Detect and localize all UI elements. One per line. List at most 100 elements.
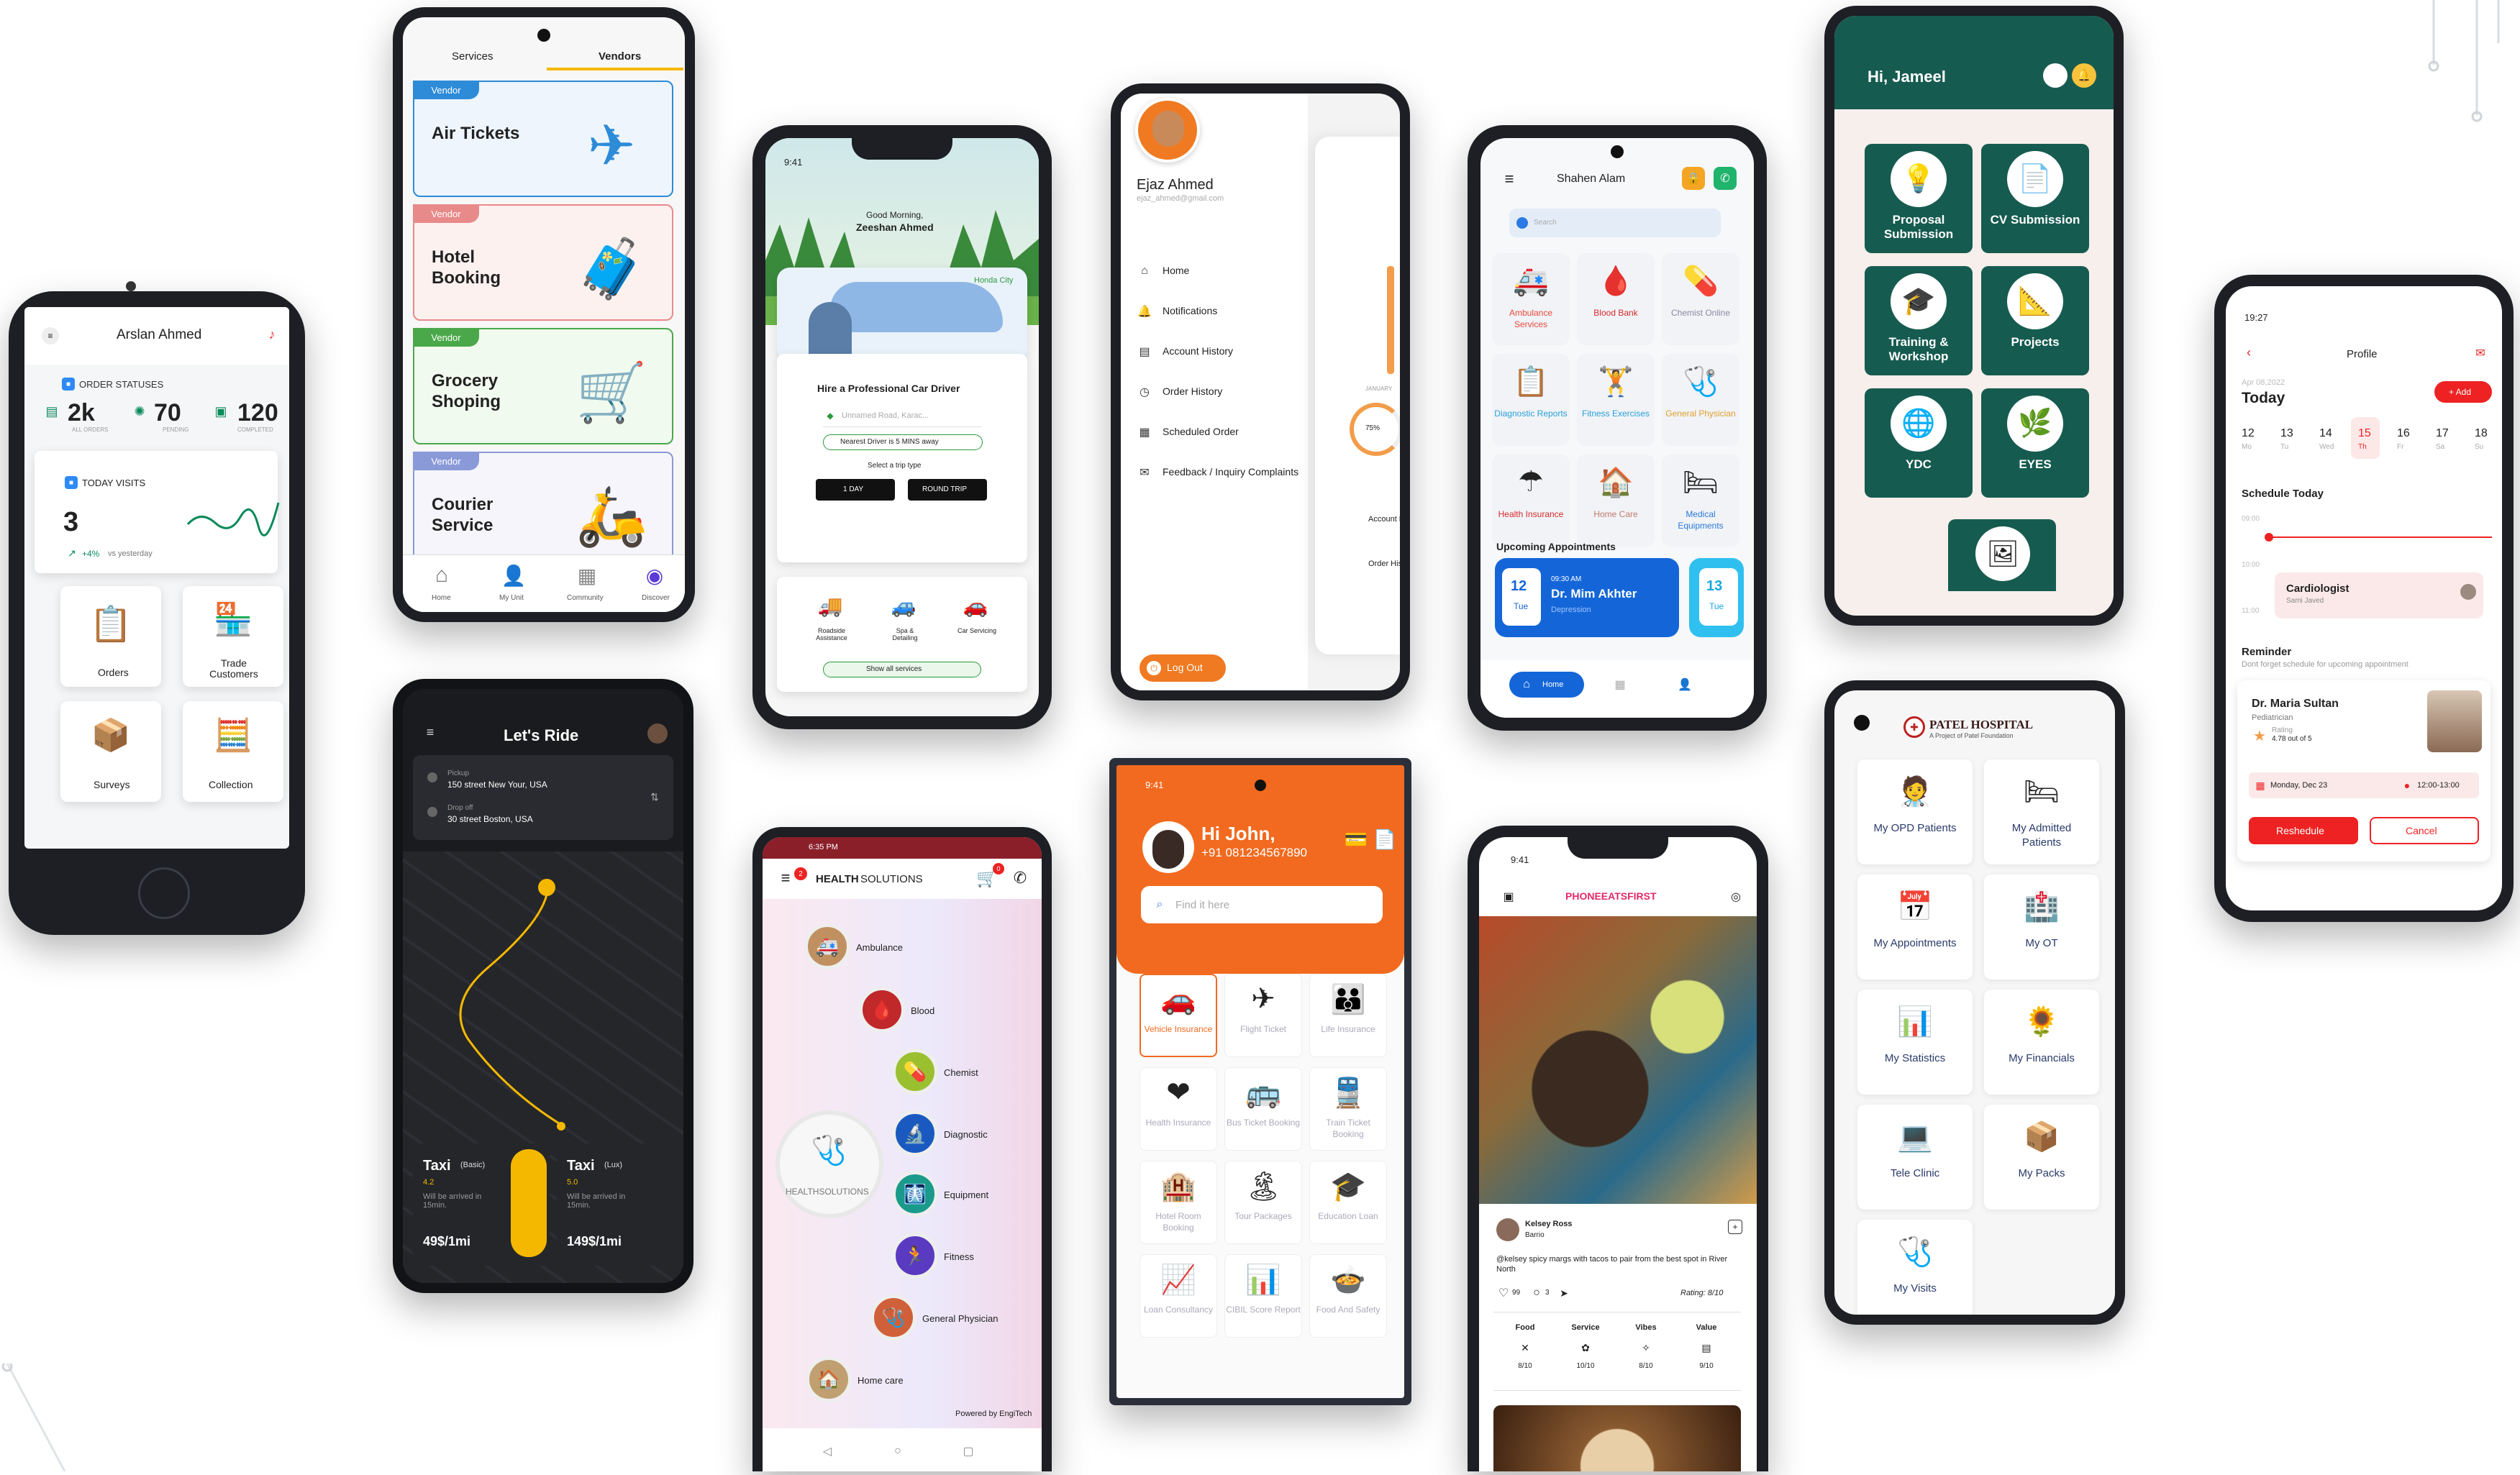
avatar[interactable] [1496,1218,1519,1241]
roadside-icon[interactable]: 🚚 [814,591,846,620]
appointment-dow: Tue [1514,601,1528,611]
menu-icon[interactable]: ≡ [1499,170,1519,188]
share-icon[interactable]: ➤ [1557,1286,1571,1300]
service-item-label[interactable]: Ambulance [856,942,903,953]
menu-item-icon: ⌂ [1137,263,1152,279]
menu-icon[interactable]: ≡ [42,327,59,344]
heart-icon[interactable]: ♡ [1496,1286,1511,1300]
tab-services[interactable]: Services [452,50,493,63]
settings-icon[interactable]: ◎ [1728,889,1744,905]
menu-item-icon: ▤ [1137,344,1152,360]
service-circle-icon[interactable]: 💊 [892,1049,938,1095]
drop-value[interactable]: 30 street Boston, USA [447,814,533,824]
greeting: Good Morning, [866,210,923,220]
service-item-label[interactable]: Chemist [944,1067,978,1078]
comment-icon[interactable]: ○ [1529,1286,1544,1300]
bell-icon[interactable]: 🔔 [2072,63,2096,88]
reminder-title: Reminder [2242,646,2291,658]
phone-hospital-app: ✚ PATEL HOSPITAL A Project of Patel Foun… [1824,680,2125,1325]
home-button[interactable] [138,867,190,919]
service-item-label[interactable]: General Physician [922,1313,999,1324]
discover-icon[interactable]: ◉ [640,563,669,588]
menu-icon[interactable]: ≡ [775,869,796,887]
add-icon[interactable]: + [1728,1220,1742,1234]
service-circle-icon[interactable]: 🩻 [892,1171,938,1217]
nav-my-unit[interactable]: My Unit [499,594,524,602]
status-time: 19:27 [2244,312,2268,323]
phone-icon[interactable]: ✆ [1010,867,1030,889]
spa-icon[interactable]: 🚙 [888,591,919,620]
inbox-icon[interactable]: ▣ [1501,889,1516,905]
user-icon[interactable]: 👤 [499,563,528,588]
service-item-label[interactable]: Fitness [944,1251,974,1262]
service-circle-icon[interactable]: 🚑 [804,923,850,969]
menu-icon[interactable]: ≡ [422,725,439,739]
hospital-tile-label: My Appointments [1872,936,1958,951]
recent-nav-icon[interactable]: ▢ [961,1444,975,1458]
back-nav-icon[interactable]: ◁ [820,1444,834,1458]
service-circle-icon[interactable]: 🩸 [859,987,905,1033]
day-number[interactable]: 14 [2319,427,2332,440]
phone-food-feed: 9:41 ▣ PHONEEATSFIRST ◎ Kelsey Ross Barr… [1468,826,1768,1471]
service-circle-icon[interactable]: 🔬 [892,1110,938,1156]
menu-item[interactable]: Notifications [1163,305,1299,317]
food-photo[interactable] [1479,916,1757,1204]
tab-vendors[interactable]: Vendors [599,50,641,63]
service-tile-label: Medical Equipments [1662,509,1739,531]
visits-sparkline [186,496,280,539]
call-icon[interactable]: ✆ [1714,167,1737,190]
day-number[interactable]: 17 [2436,427,2449,440]
profile-icon[interactable]: 👤 [1678,677,1692,692]
home-icon[interactable]: ⌂ [427,563,456,588]
service-item-label[interactable]: Home care [858,1375,904,1386]
trade-tile-icon: 🏪 [211,598,255,641]
menu-item[interactable]: Account History [1163,345,1299,357]
day-number[interactable]: 18 [2475,427,2488,440]
bell-icon[interactable]: ♪ [262,324,282,344]
avatar[interactable] [2043,63,2068,88]
mail-icon[interactable]: ✉ [2473,347,2488,360]
coffee-photo[interactable] [1493,1405,1741,1471]
service-circle-icon[interactable]: 🏃 [892,1233,938,1279]
service-tile-icon: 🏨 [1157,1166,1200,1205]
service-tile-icon: 🩸 [1594,260,1637,301]
service-item-label[interactable]: Equipment [944,1189,988,1200]
service-circle-icon[interactable]: 🏠 [806,1356,852,1402]
community-icon[interactable]: ▦ [573,563,601,588]
nav-community[interactable]: Community [567,594,604,602]
user-name: Shahen Alam [1557,173,1625,186]
menu-item[interactable]: Scheduled Order [1163,426,1299,438]
nav-discover[interactable]: Discover [642,594,670,602]
back-icon[interactable]: ‹ [2242,345,2256,360]
dashboard-tile-label: CV Submission [1981,213,2089,227]
pickup-value[interactable]: 150 street New Your, USA [447,780,547,790]
service-circle-icon[interactable]: 🩺 [870,1294,916,1341]
vendor-illustration-icon: ✈ [561,102,662,188]
service-item-label[interactable]: Diagnostic [944,1129,988,1140]
vendor-illustration-icon: 🛵 [561,473,662,560]
taxi-rating: 4.2 [423,1178,434,1187]
avatar[interactable] [647,723,668,744]
greeting: Hi John, [1201,823,1275,845]
service-item-label[interactable]: Blood [911,1005,934,1016]
appointment-block[interactable] [2275,572,2483,618]
day-number[interactable]: 16 [2397,427,2410,440]
swap-icon[interactable]: ⇅ [647,790,662,804]
tile-label: Trade Customers [209,658,259,680]
document-icon[interactable]: 📄 [1373,827,1397,851]
bag-icon[interactable]: 🔒 [1682,167,1705,190]
servicing-icon[interactable]: 🚗 [960,591,991,620]
day-number[interactable]: 12 [2242,427,2255,440]
menu-item[interactable]: Home [1163,265,1299,277]
calendar-icon[interactable]: ▦ [1613,677,1627,692]
home-nav-icon[interactable]: ○ [891,1444,905,1458]
day-number[interactable]: 15 [2358,427,2371,440]
nav-home[interactable]: Home [432,594,451,602]
route-path [403,851,683,1139]
menu-item[interactable]: Order History [1163,385,1299,398]
menu-item[interactable]: Feedback / Inquiry Complaints [1163,466,1299,478]
vendor-card-title: Air Tickets [432,124,525,145]
card-icon[interactable]: 💳 [1344,827,1368,851]
orders-tile-icon: 📋 [89,602,132,645]
day-number[interactable]: 13 [2280,427,2293,440]
